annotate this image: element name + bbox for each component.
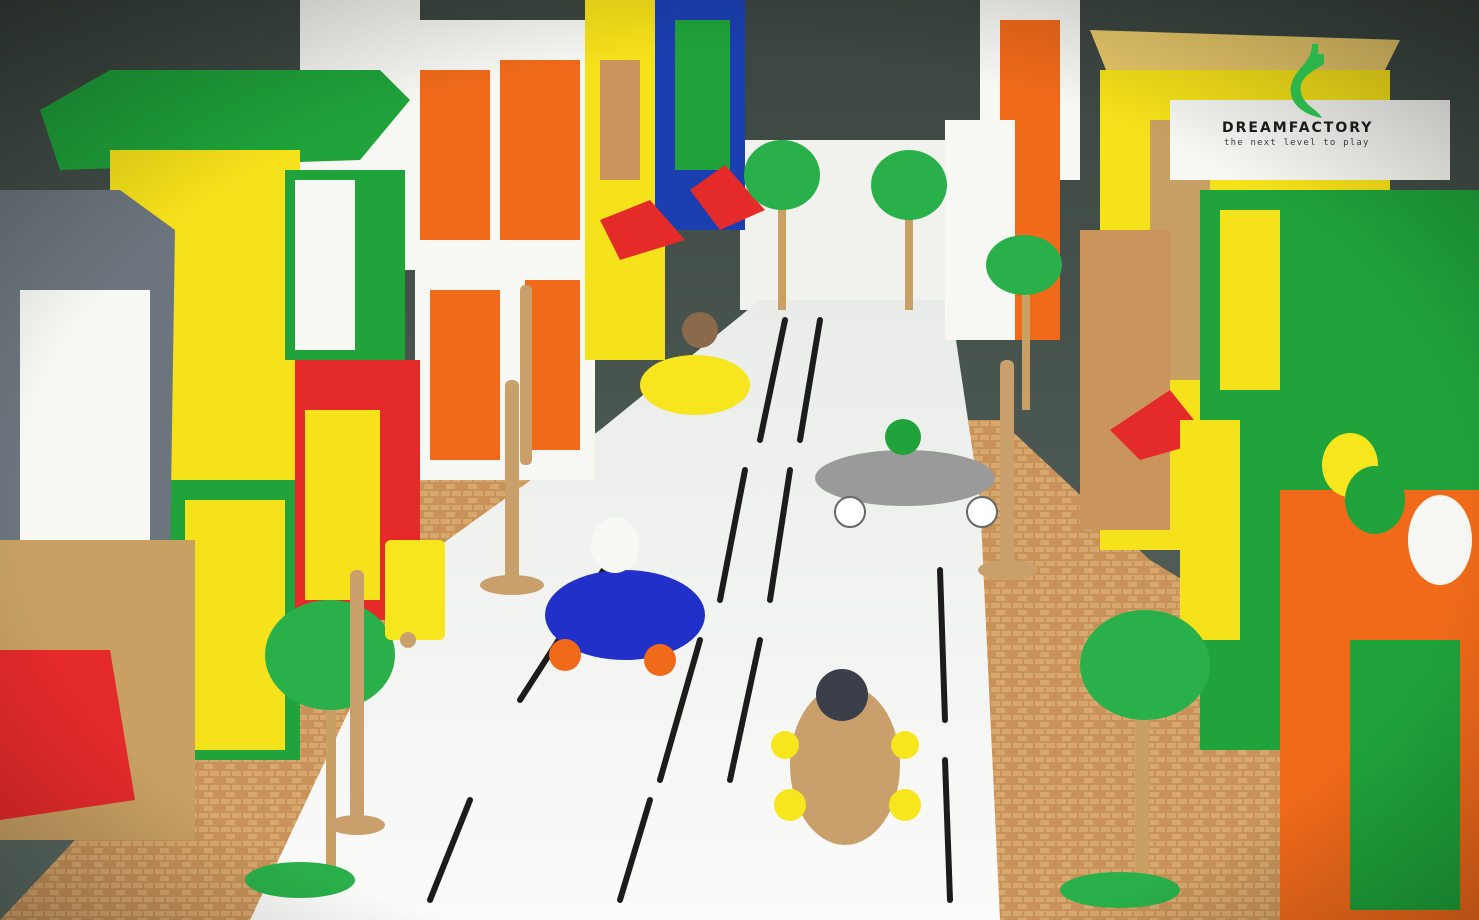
toy-city-scene: DREAMFACTORY the next level to play xyxy=(0,0,1479,920)
dreamfactory-logo-icon xyxy=(1290,44,1324,118)
brand-logo: DREAMFACTORY the next level to play xyxy=(1222,40,1422,150)
brand-tagline: the next level to play xyxy=(1224,138,1370,148)
brand-name: DREAMFACTORY xyxy=(1222,120,1374,136)
